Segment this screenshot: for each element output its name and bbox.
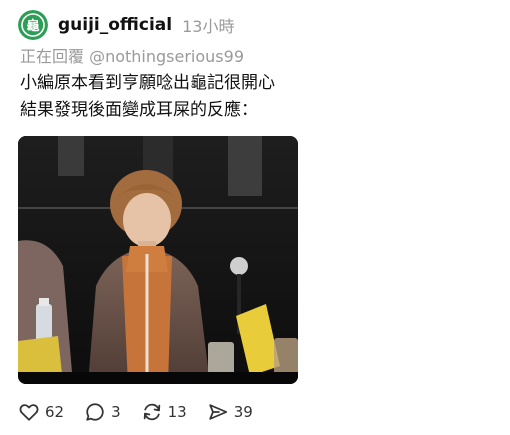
gif-frame-image: [18, 136, 298, 384]
repost-count: 13: [167, 403, 187, 421]
svg-text:龜: 龜: [26, 18, 39, 34]
avatar[interactable]: 龜: [18, 10, 48, 40]
repost-button[interactable]: 13: [141, 401, 187, 423]
comment-count: 3: [111, 403, 121, 421]
post-actions: 62 3 13 39: [18, 400, 273, 424]
heart-icon: [19, 404, 39, 421]
post-media-gif[interactable]: [18, 136, 298, 384]
comment-button[interactable]: 3: [84, 401, 121, 423]
post-text: 小編原本看到亨願唸出龜記很開心 結果發現後面變成耳屎的反應：: [20, 70, 275, 124]
author-name[interactable]: guiji_official: [58, 15, 172, 35]
thread-post: 龜 guiji_official 13小時 正在回覆 @nothingserio…: [0, 0, 510, 435]
post-timestamp: 13小時: [182, 17, 235, 36]
send-icon: [209, 404, 227, 420]
guiji-logo-icon: 龜: [18, 10, 48, 40]
share-count: 39: [233, 403, 253, 421]
reply-to-label: 正在回覆 @nothingserious99: [20, 47, 245, 66]
like-count: 62: [45, 403, 65, 421]
like-button[interactable]: 62: [18, 401, 64, 423]
post-text-line: 結果發現後面變成耳屎的反應：: [20, 100, 258, 120]
share-button[interactable]: 39: [207, 401, 253, 423]
comment-bubble-icon: [86, 403, 104, 421]
repost-icon: [143, 403, 160, 421]
post-text-line: 小編原本看到亨願唸出龜記很開心: [20, 73, 275, 93]
post-header: 龜 guiji_official 13小時: [18, 8, 234, 42]
